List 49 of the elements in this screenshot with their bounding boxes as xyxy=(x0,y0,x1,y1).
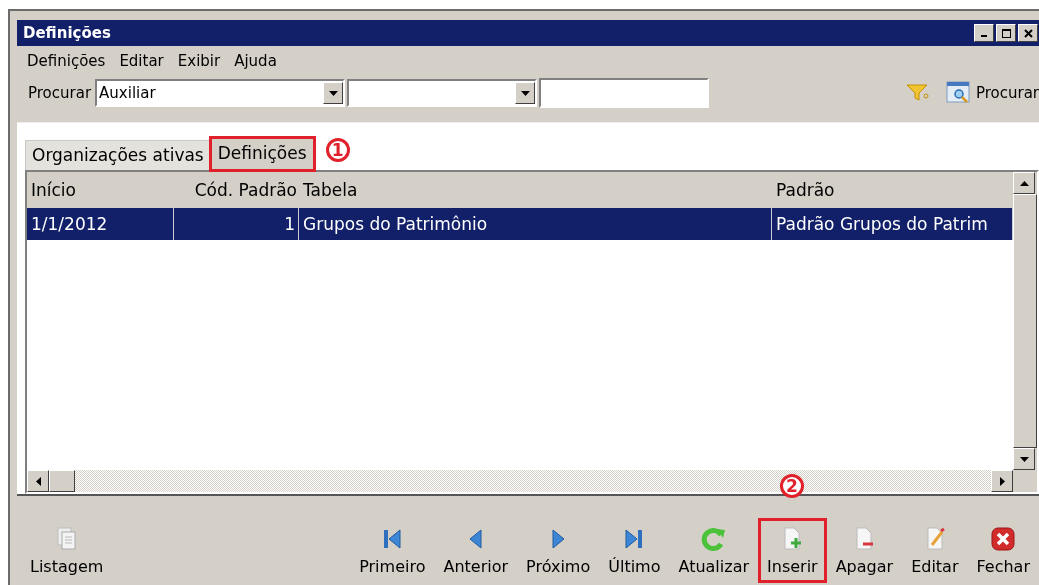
toolbar-button[interactable]: Atualizar xyxy=(669,518,759,583)
close-button[interactable] xyxy=(1018,24,1038,42)
menu-item[interactable]: Ajuda xyxy=(234,52,277,72)
toolbar-button[interactable]: Inserir xyxy=(758,518,827,583)
search-field-dropdown[interactable]: Auxiliar xyxy=(95,79,346,107)
search-label: Procurar xyxy=(28,84,92,102)
condition-dropdown[interactable] xyxy=(347,79,538,107)
tab[interactable]: Definições xyxy=(210,138,314,170)
table-cell: 1/1/2012 xyxy=(27,208,174,240)
maximize-button[interactable] xyxy=(996,24,1016,42)
table-cell: 1 xyxy=(174,208,299,240)
scroll-thumb[interactable] xyxy=(1013,194,1037,448)
column-header[interactable]: Início xyxy=(27,180,174,200)
column-header[interactable]: Cód. Padrão xyxy=(174,180,299,200)
callout-number: 1 xyxy=(325,138,350,162)
minimize-icon xyxy=(981,35,987,37)
magnifier-window-icon xyxy=(945,81,972,105)
callout-number: 2 xyxy=(780,474,805,498)
horizontal-scrollbar[interactable] xyxy=(27,470,1013,492)
search-button[interactable]: Procurar xyxy=(945,81,1039,105)
toolbar-button[interactable]: Primeiro xyxy=(350,518,435,583)
maximize-icon xyxy=(1001,28,1011,38)
toolbar-button[interactable]: Listagem xyxy=(21,518,113,583)
table-cell: Grupos do Patrimônio xyxy=(299,208,772,240)
search-input-field[interactable] xyxy=(539,78,710,108)
scroll-thumb[interactable] xyxy=(49,470,75,492)
minimize-button[interactable] xyxy=(974,24,994,42)
add-document-icon xyxy=(781,527,804,551)
toolbar-button[interactable]: Fechar xyxy=(967,518,1039,583)
column-header[interactable]: Tabela xyxy=(299,180,772,200)
toolbar-button[interactable]: Apagar xyxy=(826,518,903,583)
menu-item[interactable]: Editar xyxy=(119,52,164,72)
refresh-icon xyxy=(700,527,727,551)
column-header[interactable]: Padrão xyxy=(772,180,1013,200)
menu-item[interactable]: Exibir xyxy=(177,52,221,72)
table-row[interactable]: 1/1/2012 1 Grupos do Patrimônio Padrão Grupos do Patrim xyxy=(27,208,1013,240)
tab[interactable]: Organizações ativas xyxy=(25,140,211,170)
menu-item[interactable]: Definições xyxy=(27,52,106,72)
remove-document-icon xyxy=(853,527,876,551)
toolbar-button[interactable]: Próximo xyxy=(517,518,600,583)
close-icon xyxy=(991,527,1016,551)
toolbar-button[interactable]: Último xyxy=(599,518,670,583)
window-title: Definições xyxy=(23,24,111,42)
vertical-scrollbar[interactable] xyxy=(1013,172,1037,492)
toolbar-button[interactable]: Editar xyxy=(902,518,968,583)
document-list-icon xyxy=(55,527,78,551)
toolbar-button[interactable]: Anterior xyxy=(434,518,518,583)
close-icon xyxy=(1023,28,1033,38)
skip-first-icon xyxy=(381,527,404,551)
